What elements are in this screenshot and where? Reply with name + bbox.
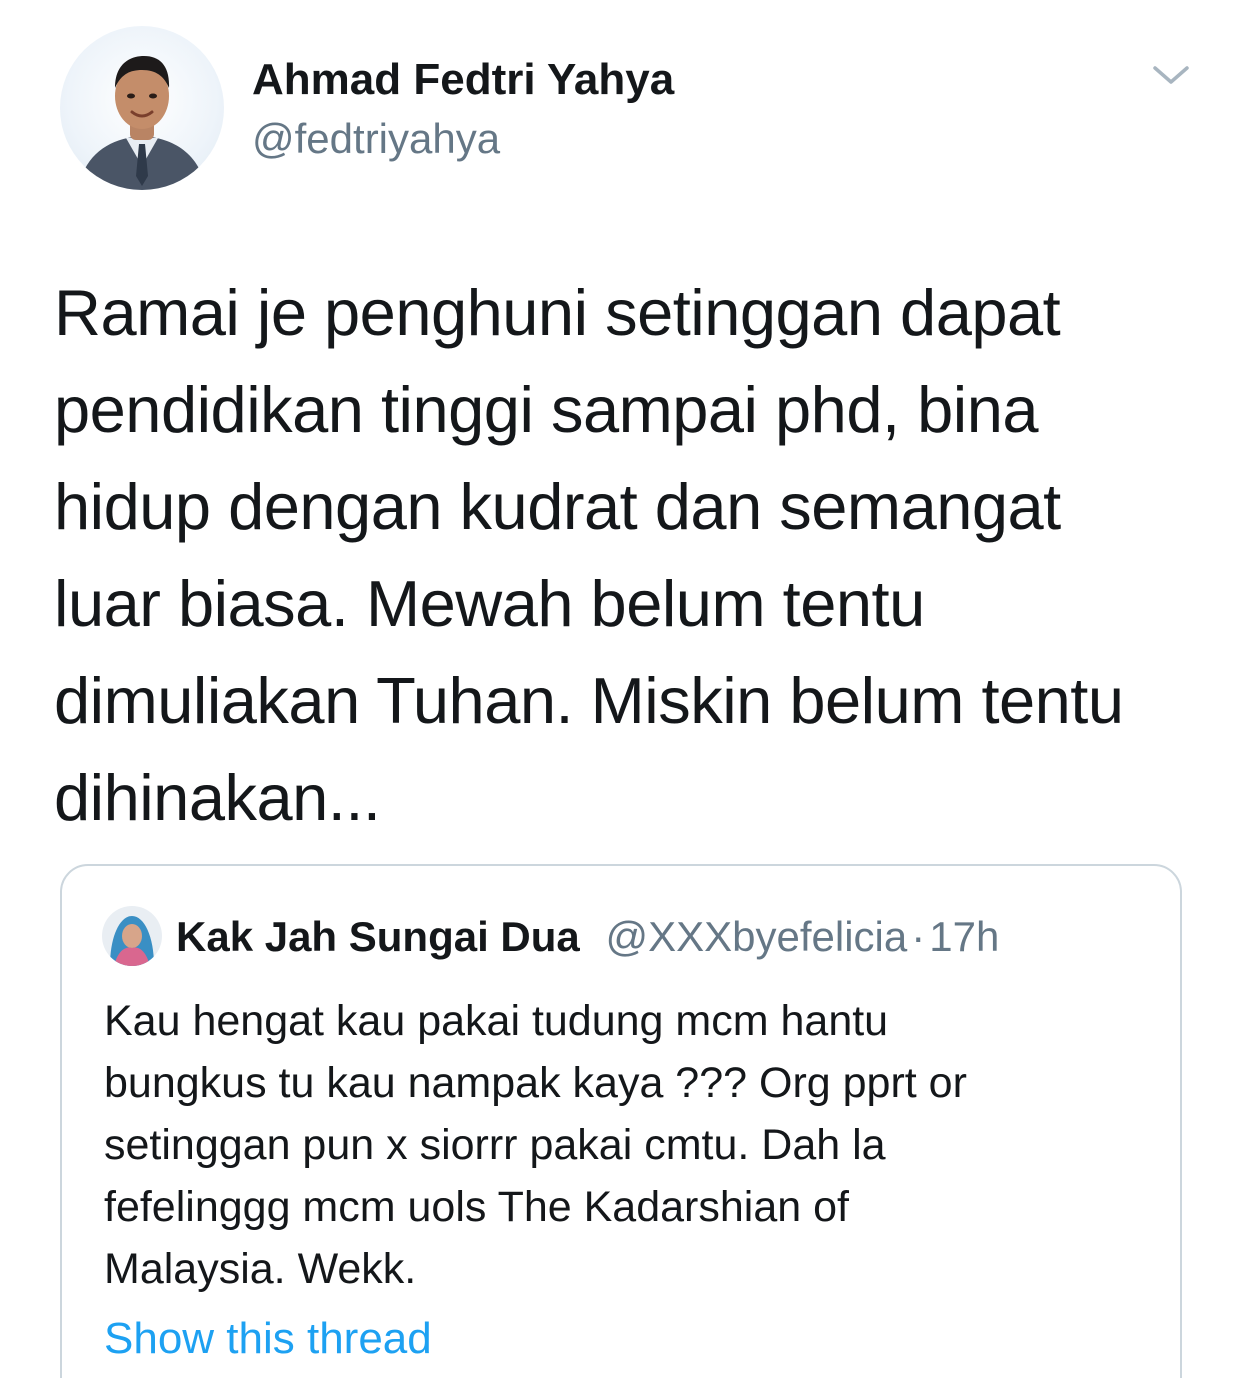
tweet-menu-button[interactable] xyxy=(1150,60,1192,90)
quoted-tweet-time: 17h xyxy=(929,913,1000,960)
meta-separator: · xyxy=(911,913,926,960)
chevron-down-icon xyxy=(1153,66,1189,84)
quoted-author-display-name: Kak Jah Sungai Dua xyxy=(176,913,580,960)
quoted-tweet-text: Kau hengat kau pakai tudung mcm hantu bu… xyxy=(104,997,967,1293)
quoted-author-handle: @XXXbyefelicia xyxy=(605,913,908,960)
quoted-author-avatar[interactable] xyxy=(102,906,162,966)
author-display-name[interactable]: Ahmad Fedtri Yahya xyxy=(252,54,674,106)
author-avatar[interactable] xyxy=(60,26,224,190)
quoted-tweet-header: Kak Jah Sungai Dua @XXXbyefelicia·17h xyxy=(176,912,999,962)
show-thread-link[interactable]: Show this thread xyxy=(104,1312,432,1366)
profile-photo-icon xyxy=(78,56,206,190)
quoted-tweet-card[interactable]: Kak Jah Sungai Dua @XXXbyefelicia·17h Ka… xyxy=(60,864,1182,1378)
profile-photo-icon xyxy=(102,906,162,966)
tweet-view: Ahmad Fedtri Yahya @fedtriyahya Ramai je… xyxy=(0,0,1242,1378)
tweet-text: Ramai je penghuni setinggan dapat pendid… xyxy=(54,276,1124,834)
author-handle[interactable]: @fedtriyahya xyxy=(252,114,500,164)
